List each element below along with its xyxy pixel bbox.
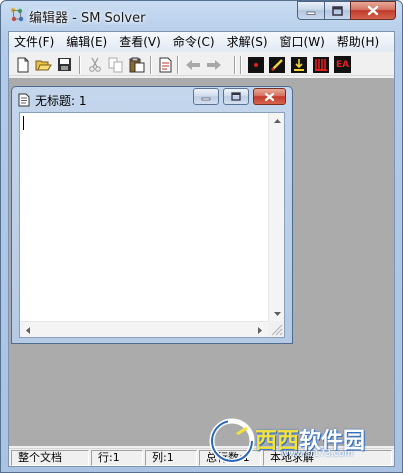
resize-grip-icon[interactable]: [268, 321, 284, 337]
cut-button[interactable]: [86, 56, 103, 73]
paste-icon: [129, 57, 144, 72]
copy-icon: [108, 57, 122, 72]
load-tool-button[interactable]: [290, 56, 307, 73]
maximize-icon: [231, 92, 241, 101]
watermark: 西西软件园 www.cr173.com: [205, 412, 397, 468]
menu-view[interactable]: 查看(V): [113, 32, 167, 52]
menu-command[interactable]: 命令(C): [167, 32, 221, 52]
save-icon: [58, 58, 71, 71]
mdi-workspace: 无标题: 1: [9, 78, 394, 446]
toolbar-separator: [150, 56, 152, 74]
minimize-icon: [306, 11, 316, 15]
vertical-scrollbar[interactable]: [268, 113, 284, 322]
new-file-button[interactable]: [14, 56, 31, 73]
child-minimize-button[interactable]: [193, 88, 219, 105]
status-scope: 整个文档: [11, 450, 89, 466]
save-button[interactable]: [56, 56, 73, 73]
menu-window[interactable]: 窗口(W): [274, 32, 331, 52]
document-icon: [18, 93, 30, 107]
horizontal-scrollbar[interactable]: [20, 321, 268, 337]
arrow-left-icon: [185, 59, 200, 70]
watermark-logo-icon: [209, 418, 255, 464]
menu-edit[interactable]: 编辑(E): [60, 32, 113, 52]
scroll-right-arrow-icon[interactable]: [252, 322, 268, 338]
maximize-icon: [332, 5, 343, 16]
child-maximize-button[interactable]: [223, 88, 249, 105]
yellow-figure-icon: [290, 56, 307, 73]
toolbar-separator: [234, 56, 236, 74]
toolbar-separator: [177, 56, 179, 74]
ea-button[interactable]: EA: [334, 56, 351, 73]
red-dot-icon: [247, 56, 264, 73]
close-icon: [264, 92, 275, 101]
menu-solve[interactable]: 求解(S): [221, 32, 274, 52]
maximize-button[interactable]: [324, 1, 350, 20]
point-tool-button[interactable]: [247, 56, 264, 73]
window-title: 编辑器 - SM Solver: [29, 11, 146, 26]
menu-file[interactable]: 文件(F): [9, 32, 60, 52]
back-button[interactable]: [184, 56, 201, 73]
main-window: 编辑器 - SM Solver 文件(F) 编辑(E) 查看(V) 命令(C) …: [0, 0, 403, 473]
copy-button[interactable]: [107, 56, 124, 73]
scroll-up-arrow-icon[interactable]: [269, 113, 285, 129]
text-caret: [23, 116, 24, 130]
print-preview-icon: [159, 57, 172, 72]
red-bars-icon: [312, 56, 329, 73]
toolbar: EA: [9, 53, 394, 76]
distributed-load-button[interactable]: [312, 56, 329, 73]
print-preview-button[interactable]: [157, 56, 174, 73]
line-tool-button[interactable]: [268, 56, 285, 73]
cut-icon: [88, 57, 101, 72]
client-area: 文件(F) 编辑(E) 查看(V) 命令(C) 求解(S) 窗口(W) 帮助(H…: [8, 31, 395, 467]
new-file-icon: [17, 57, 28, 72]
arrow-right-icon: [206, 59, 221, 70]
status-column: 列:1: [145, 450, 197, 466]
watermark-url: www.cr173.com: [281, 449, 354, 459]
close-icon: [367, 5, 379, 16]
minimize-icon: [201, 97, 211, 100]
toolbar-separator: [79, 56, 81, 74]
editor-child-window: 无标题: 1: [11, 86, 293, 344]
menu-bar: 文件(F) 编辑(E) 查看(V) 命令(C) 求解(S) 窗口(W) 帮助(H…: [9, 32, 394, 52]
status-line: 行:1: [91, 450, 143, 466]
open-folder-icon: [35, 60, 52, 71]
close-button[interactable]: [350, 1, 396, 20]
app-icon: [9, 7, 25, 23]
menu-help[interactable]: 帮助(H): [331, 32, 385, 52]
pencil-icon: [268, 56, 285, 73]
paste-button[interactable]: [128, 56, 145, 73]
ea-icon: EA: [335, 59, 350, 70]
toolbar-separator: [240, 56, 242, 74]
scroll-left-arrow-icon[interactable]: [20, 322, 36, 338]
child-window-title: 无标题: 1: [35, 94, 87, 108]
child-close-button[interactable]: [253, 88, 286, 105]
scroll-down-arrow-icon[interactable]: [269, 306, 285, 322]
text-editor[interactable]: [19, 112, 285, 338]
open-folder-button[interactable]: [35, 56, 52, 73]
title-bar[interactable]: 编辑器 - SM Solver: [1, 1, 402, 31]
forward-button[interactable]: [205, 56, 222, 73]
minimize-button[interactable]: [297, 1, 324, 20]
